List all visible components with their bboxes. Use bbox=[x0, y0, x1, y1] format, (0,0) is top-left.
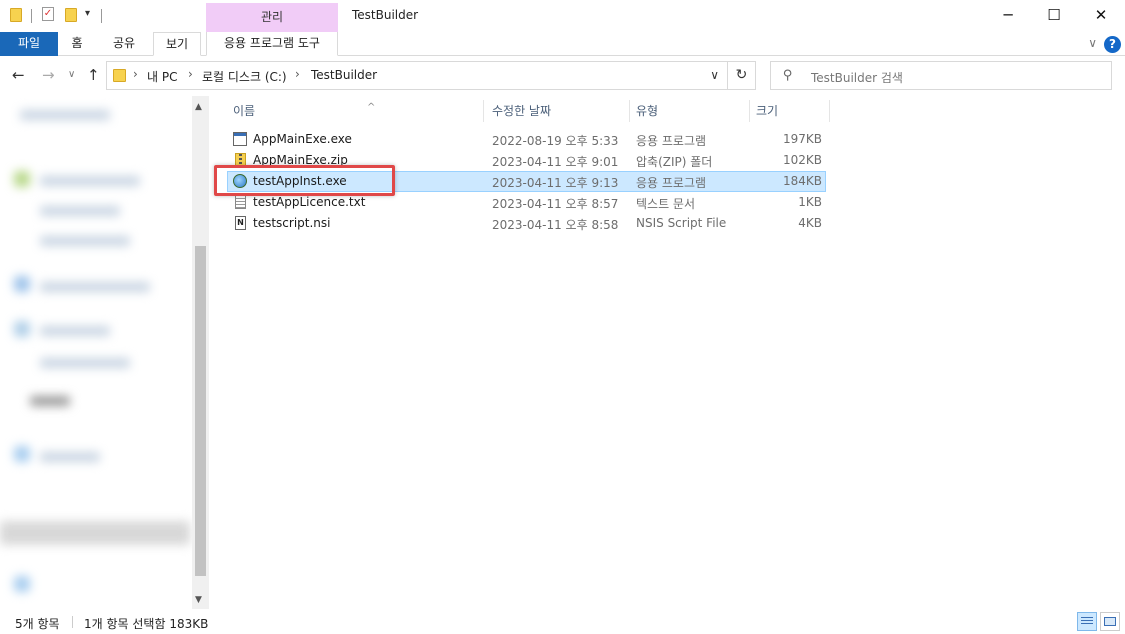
column-header-label: 이름 bbox=[233, 104, 256, 118]
breadcrumb-this-pc[interactable]: 내 PC bbox=[147, 68, 177, 85]
tab-file[interactable]: 파일 bbox=[0, 32, 58, 56]
navigation-bar: ← → ∨ ↑ › 내 PC › 로컬 디스크 (C:) › TestBuild… bbox=[0, 56, 1125, 96]
folder-icon bbox=[113, 69, 126, 82]
file-date: 2023-04-11 오후 9:01 bbox=[492, 155, 619, 169]
file-row[interactable]: N testscript.nsi 2023-04-11 오후 8:58 NSIS… bbox=[227, 213, 826, 234]
close-button[interactable]: ✕ bbox=[1078, 0, 1124, 30]
search-placeholder: TestBuilder 검색 bbox=[811, 71, 903, 85]
file-type: 압축(ZIP) 폴더 bbox=[636, 155, 713, 169]
tab-home[interactable]: 홈 bbox=[62, 32, 92, 56]
tab-application-tools[interactable]: 응용 프로그램 도구 bbox=[206, 32, 338, 56]
back-button[interactable]: ← bbox=[12, 66, 25, 84]
separator bbox=[31, 9, 32, 23]
large-icons-view-icon[interactable] bbox=[1100, 612, 1120, 631]
file-row[interactable]: AppMainExe.exe 2022-08-19 오후 5:33 응용 프로그… bbox=[227, 129, 826, 150]
file-name: testscript.nsi bbox=[253, 216, 331, 230]
search-box[interactable]: ⚲ TestBuilder 검색 bbox=[770, 61, 1112, 90]
exe-window-icon bbox=[233, 132, 247, 146]
forward-button[interactable]: → bbox=[42, 66, 55, 84]
nsi-script-icon: N bbox=[235, 216, 246, 230]
breadcrumb-separator[interactable]: › bbox=[295, 67, 300, 81]
text-file-icon bbox=[235, 195, 246, 209]
scrollbar-thumb[interactable] bbox=[195, 246, 206, 576]
file-date: 2022-08-19 오후 5:33 bbox=[492, 134, 619, 148]
refresh-button[interactable]: ↻ bbox=[727, 62, 755, 89]
navigation-pane[interactable]: ▲ ▼ bbox=[0, 96, 210, 609]
file-size: 1KB bbox=[798, 195, 822, 209]
title-bar: ✓ ▾ 관리 TestBuilder ─ ☐ ✕ bbox=[0, 0, 1125, 32]
file-name: testAppLicence.txt bbox=[253, 195, 366, 209]
recent-locations-button[interactable]: ∨ bbox=[68, 69, 75, 80]
file-size: 102KB bbox=[782, 153, 822, 167]
window-title: TestBuilder bbox=[352, 8, 419, 22]
status-bar: 5개 항목 1개 항목 선택함 183KB bbox=[0, 609, 1125, 634]
file-name: AppMainExe.exe bbox=[253, 132, 352, 146]
new-folder-icon[interactable] bbox=[65, 8, 77, 22]
file-date: 2023-04-11 오후 8:57 bbox=[492, 197, 619, 211]
selection-info: 1개 항목 선택함 183KB bbox=[84, 617, 209, 631]
separator bbox=[72, 616, 73, 628]
tab-manage[interactable]: 관리 bbox=[206, 3, 338, 32]
breadcrumb-separator[interactable]: › bbox=[188, 67, 193, 81]
sort-ascending-icon: ^ bbox=[367, 102, 376, 113]
scroll-down-icon[interactable]: ▼ bbox=[195, 595, 202, 605]
column-header-type[interactable]: 유형 bbox=[630, 100, 750, 122]
minimize-button[interactable]: ─ bbox=[985, 0, 1031, 30]
file-type: NSIS Script File bbox=[636, 216, 727, 230]
quick-access-dropdown-icon[interactable]: ▾ bbox=[85, 8, 90, 19]
scroll-up-icon[interactable]: ▲ bbox=[195, 102, 202, 112]
ribbon-tabs: 파일 홈 공유 보기 응용 프로그램 도구 ∨ ? bbox=[0, 32, 1125, 56]
address-dropdown-icon[interactable]: ∨ bbox=[710, 68, 719, 82]
help-icon[interactable]: ? bbox=[1104, 36, 1121, 53]
file-date: 2023-04-11 오후 9:13 bbox=[492, 176, 619, 190]
column-header-date[interactable]: 수정한 날짜 bbox=[486, 100, 630, 122]
navigation-tree-blurred bbox=[0, 96, 192, 609]
folder-icon[interactable] bbox=[10, 8, 22, 22]
breadcrumb-separator[interactable]: › bbox=[133, 67, 138, 81]
file-size: 197KB bbox=[782, 132, 822, 146]
breadcrumb-local-disk[interactable]: 로컬 디스크 (C:) bbox=[202, 68, 287, 85]
file-type: 응용 프로그램 bbox=[636, 176, 707, 190]
file-type: 텍스트 문서 bbox=[636, 197, 696, 211]
highlight-annotation bbox=[214, 165, 395, 196]
details-view-icon[interactable] bbox=[1077, 612, 1097, 631]
file-list: ^ 이름 수정한 날짜 유형 크기 AppMainExe.exe 2022-08… bbox=[212, 96, 1125, 609]
maximize-button[interactable]: ☐ bbox=[1031, 0, 1077, 30]
tab-view[interactable]: 보기 bbox=[153, 32, 201, 56]
item-count: 5개 항목 bbox=[15, 617, 60, 631]
search-icon: ⚲ bbox=[783, 68, 793, 83]
tab-share[interactable]: 공유 bbox=[104, 32, 144, 56]
ribbon-expand-icon[interactable]: ∨ bbox=[1088, 36, 1097, 50]
up-button[interactable]: ↑ bbox=[87, 66, 100, 84]
file-size: 4KB bbox=[798, 216, 822, 230]
file-date: 2023-04-11 오후 8:58 bbox=[492, 218, 619, 232]
navigation-scrollbar[interactable]: ▲ ▼ bbox=[192, 96, 209, 609]
properties-icon[interactable]: ✓ bbox=[42, 7, 54, 21]
address-bar[interactable]: › 내 PC › 로컬 디스크 (C:) › TestBuilder ∨ ↻ bbox=[106, 61, 756, 90]
file-type: 응용 프로그램 bbox=[636, 134, 707, 148]
file-size: 184KB bbox=[782, 174, 822, 188]
column-header-name[interactable]: ^ 이름 bbox=[227, 100, 484, 122]
breadcrumb-testbuilder[interactable]: TestBuilder bbox=[311, 68, 377, 82]
column-header-size[interactable]: 크기 bbox=[750, 100, 830, 122]
separator bbox=[101, 9, 102, 23]
